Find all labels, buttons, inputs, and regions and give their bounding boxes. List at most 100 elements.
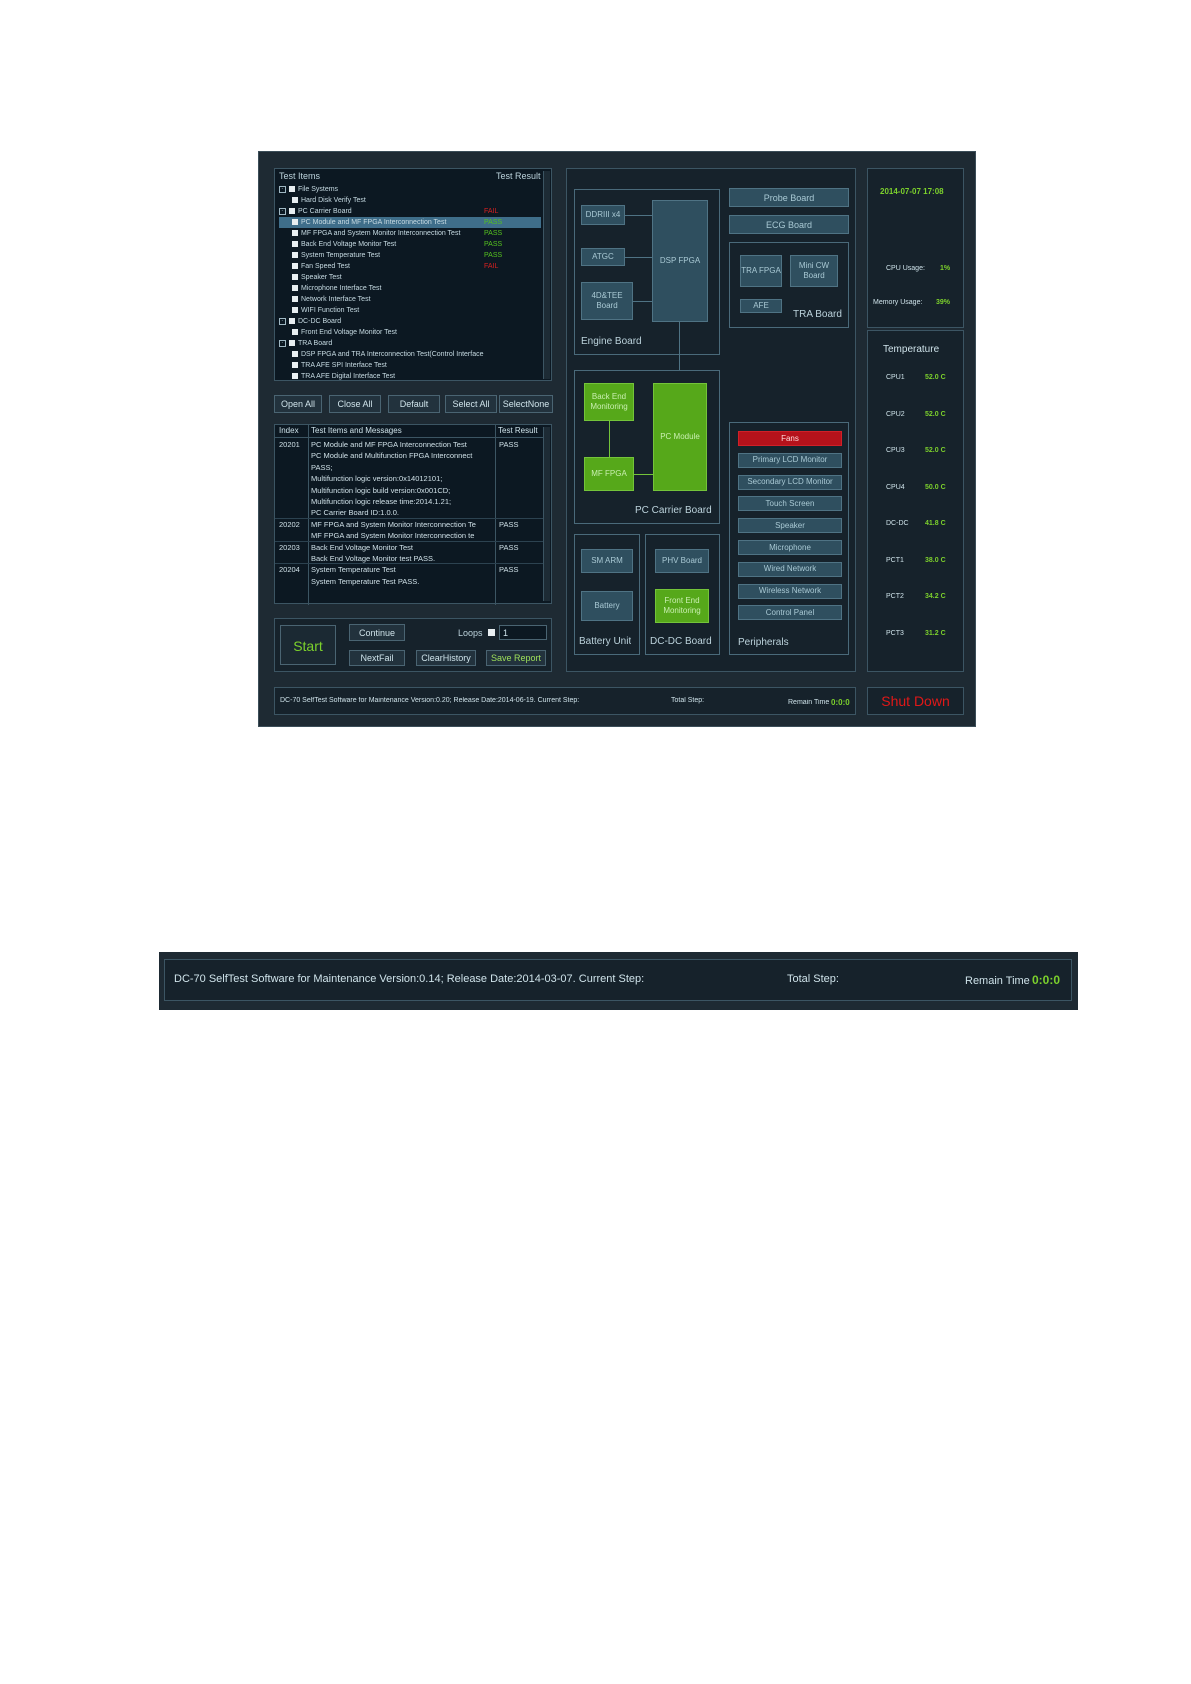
mf-fpga-box[interactable]: MF FPGA [584,457,634,491]
select-none-button[interactable]: SelectNone [499,395,553,413]
dsp-fpga-box[interactable]: DSP FPGA [652,200,708,322]
dc-dc-board-title: DC-DC Board [650,636,712,647]
tree-item[interactable]: - File Systems [279,184,541,195]
item-checkbox[interactable] [292,329,298,336]
tree-item[interactable]: Microphone Interface Test [279,283,541,294]
message-text[interactable]: MF FPGA and System Monitor Interconnecti… [311,530,494,541]
tree-item[interactable]: Front End Voltage Monitor Test [279,327,541,338]
ddr-box[interactable]: DDRIII x4 [581,205,625,225]
item-checkbox[interactable] [292,263,298,270]
shut-down-button[interactable]: Shut Down [867,687,964,715]
peripheral-item[interactable]: Touch Screen [738,496,842,512]
loops-input[interactable]: 1 [499,625,547,640]
peripheral-item[interactable]: Fans [738,431,842,446]
tree-item[interactable]: Back End Voltage Monitor Test PASS [279,239,541,250]
tree-scrollbar[interactable] [543,171,550,379]
tree-item[interactable]: - PC Carrier Board FAIL [279,206,541,217]
expand-toggle-icon[interactable]: - [279,317,286,325]
tree-item[interactable]: TRA AFE Digital Interface Test [279,371,541,382]
tree-item[interactable]: Network Interface Test [279,294,541,305]
tree-item[interactable]: System Temperature Test PASS [279,250,541,261]
item-checkbox[interactable] [289,208,295,215]
peripheral-item[interactable]: Control Panel [738,605,842,621]
peripheral-item[interactable]: Secondary LCD Monitor [738,474,842,490]
tree-item[interactable]: Speaker Test [279,272,541,283]
mini-cw-board-box[interactable]: Mini CW Board [790,255,838,287]
message-text[interactable]: PC Module and Multifunction FPGA Interco… [311,450,494,461]
message-text[interactable]: Back End Voltage Monitor Test [311,542,494,553]
message-text[interactable]: System Temperature Test PASS. [311,576,494,587]
expand-toggle-icon[interactable]: - [279,185,286,193]
message-text[interactable]: System Temperature Test [311,564,494,575]
message-text[interactable]: Back End Voltage Monitor test PASS. [311,553,494,564]
peripheral-item[interactable]: Wireless Network [738,583,842,599]
atgc-box[interactable]: ATGC [581,248,625,266]
item-checkbox[interactable] [292,241,298,248]
next-fail-button[interactable]: NextFail [349,650,405,666]
connector-line [633,301,652,302]
default-button[interactable]: Default [388,395,440,413]
sensor-name: PCT3 [886,629,904,637]
item-checkbox[interactable] [292,274,298,281]
item-checkbox[interactable] [292,230,298,237]
tree-item[interactable]: WIFI Function Test [279,305,541,316]
item-checkbox[interactable] [292,219,298,226]
item-checkbox[interactable] [289,318,295,325]
item-checkbox[interactable] [292,373,298,380]
tree-item[interactable]: DSP FPGA and TRA Interconnection Test(Co… [279,349,541,360]
item-checkbox[interactable] [292,351,298,358]
tree-item[interactable]: - TRA Board [279,338,541,349]
item-checkbox[interactable] [292,296,298,303]
item-checkbox[interactable] [292,362,298,369]
tree-item[interactable]: Fan Speed Test FAIL [279,261,541,272]
front-end-monitoring-box[interactable]: Front End Monitoring [655,589,709,623]
clear-history-button[interactable]: ClearHistory [416,650,476,666]
item-checkbox[interactable] [292,197,298,204]
continue-dropdown[interactable]: Continue [349,624,405,641]
probe-board-box[interactable]: Probe Board [729,188,849,207]
save-report-button[interactable]: Save Report [486,650,546,666]
tree-item[interactable]: - DC-DC Board [279,316,541,327]
item-checkbox[interactable] [292,252,298,259]
tra-fpga-box[interactable]: TRA FPGA [740,255,782,287]
expand-toggle-icon[interactable]: - [279,339,286,347]
tree-item[interactable]: MF FPGA and System Monitor Interconnecti… [279,228,541,239]
tree-item[interactable]: Hard Disk Verify Test [279,195,541,206]
message-text[interactable]: PC Carrier Board ID:1.0.0. [311,507,494,518]
pc-module-box[interactable]: PC Module [653,383,707,491]
tee-board-box[interactable]: 4D&TEE Board [581,282,633,320]
peripheral-item[interactable]: Microphone [738,540,842,555]
messages-scrollbar[interactable] [543,427,550,601]
item-checkbox[interactable] [289,340,295,347]
tree-item[interactable]: TRA AFE SPI Interface Test [279,360,541,371]
battery-box[interactable]: Battery [581,591,633,621]
sm-arm-box[interactable]: SM ARM [581,549,633,573]
peripheral-item[interactable]: Speaker [738,518,842,534]
tree-item-label: DC-DC Board [298,318,342,325]
pc-carrier-board-title: PC Carrier Board [635,505,712,516]
loops-checkbox[interactable] [488,629,495,636]
message-text[interactable]: PC Module and MF FPGA Interconnection Te… [311,439,494,450]
select-all-button[interactable]: Select All [445,395,497,413]
start-button[interactable]: Start [280,625,336,665]
open-all-button[interactable]: Open All [274,395,322,413]
expand-toggle-icon[interactable]: - [279,207,286,215]
message-text[interactable]: Multifunction logic release time:2014.1.… [311,496,494,507]
afe-box[interactable]: AFE [740,299,782,313]
item-checkbox[interactable] [289,186,295,193]
tree-item[interactable]: PC Module and MF FPGA Interconnection Te… [279,217,541,228]
message-text[interactable]: PASS; [311,462,494,473]
message-text[interactable]: MF FPGA and System Monitor Interconnecti… [311,519,494,530]
item-checkbox[interactable] [292,307,298,314]
peripheral-item[interactable]: Primary LCD Monitor [738,452,842,468]
message-text[interactable]: Multifunction logic version:0x14012101; [311,473,494,484]
message-text[interactable]: Multifunction logic build version:0x001C… [311,485,494,496]
tree-item-label: Hard Disk Verify Test [301,197,366,204]
item-checkbox[interactable] [292,285,298,292]
ecg-board-box[interactable]: ECG Board [729,215,849,234]
phv-board-box[interactable]: PHV Board [655,549,709,573]
zoomed-status-bar-inner: DC-70 SelfTest Software for Maintenance … [164,959,1072,1001]
close-all-button[interactable]: Close All [329,395,381,413]
peripheral-item[interactable]: Wired Network [738,561,842,577]
back-end-monitoring-box[interactable]: Back End Monitoring [584,383,634,421]
